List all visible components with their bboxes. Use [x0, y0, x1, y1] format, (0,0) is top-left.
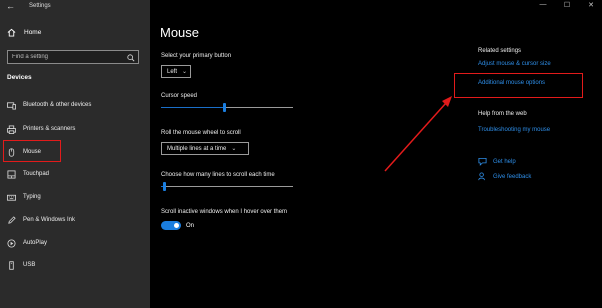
- sidebar-item-home[interactable]: Home: [7, 28, 41, 37]
- slider-fill: [161, 106, 224, 108]
- search-input[interactable]: [12, 52, 124, 62]
- sidebar-item-label: Printers & scanners: [23, 126, 76, 132]
- primary-button-label: Select your primary button: [161, 53, 232, 59]
- feedback-icon: [478, 172, 487, 181]
- troubleshooting-link[interactable]: Troubleshooting my mouse: [478, 127, 550, 133]
- inactive-scroll-label: Scroll inactive windows when I hover ove…: [161, 209, 288, 215]
- lines-to-scroll-label: Choose how many lines to scroll each tim…: [161, 172, 275, 178]
- sidebar-item-label: USB: [23, 262, 36, 268]
- inactive-scroll-toggle-row: On: [161, 221, 194, 230]
- slider-thumb[interactable]: [163, 182, 166, 191]
- chevron-down-icon: ⌄: [231, 146, 237, 152]
- sidebar-item-usb[interactable]: USB: [7, 259, 35, 271]
- primary-button-value: Left: [167, 68, 178, 75]
- related-settings-heading: Related settings: [478, 48, 522, 54]
- sidebar-item-touchpad[interactable]: Touchpad: [7, 168, 49, 180]
- scroll-wheel-dropdown[interactable]: Multiple lines at a time ⌄: [161, 142, 249, 155]
- window-controls: — ☐ ✕: [538, 1, 596, 9]
- sidebar-item-autoplay[interactable]: AutoPlay: [7, 237, 47, 249]
- sidebar-item-label: Bluetooth & other devices: [23, 102, 92, 108]
- search-icon[interactable]: [126, 53, 135, 62]
- usb-icon: [7, 260, 16, 270]
- primary-button-dropdown[interactable]: Left ⌄: [161, 65, 191, 78]
- get-help-link[interactable]: Get help: [493, 159, 516, 165]
- get-help-row[interactable]: Get help: [478, 157, 516, 166]
- give-feedback-row[interactable]: Give feedback: [478, 172, 531, 181]
- printer-icon: [7, 124, 16, 134]
- title-bar: ← Settings — ☐ ✕: [0, 0, 602, 14]
- sidebar-item-label: Pen & Windows Ink: [23, 217, 76, 223]
- search-box[interactable]: [7, 50, 139, 64]
- mouse-highlight-box: [3, 140, 61, 162]
- sidebar-item-label: Touchpad: [23, 171, 50, 177]
- home-icon: [7, 28, 16, 37]
- toggle-state: On: [186, 222, 195, 229]
- toggle-knob: [174, 223, 179, 228]
- back-arrow-icon[interactable]: ←: [6, 1, 15, 11]
- cursor-speed-label: Cursor speed: [161, 93, 198, 99]
- bluetooth-devices-icon: [7, 101, 16, 110]
- chevron-down-icon: ⌄: [182, 69, 188, 75]
- autoplay-icon: [7, 238, 16, 248]
- give-feedback-link[interactable]: Give feedback: [493, 174, 531, 180]
- cursor-speed-slider[interactable]: [161, 103, 293, 112]
- sidebar-item-label: Typing: [23, 194, 41, 200]
- page-title: Mouse: [160, 25, 200, 40]
- slider-track: [161, 185, 293, 187]
- scroll-wheel-label: Roll the mouse wheel to scroll: [161, 130, 241, 136]
- slider-thumb[interactable]: [223, 103, 226, 112]
- home-label: Home: [24, 29, 42, 36]
- maximize-button[interactable]: ☐: [562, 1, 572, 9]
- adjust-mouse-cursor-link[interactable]: Adjust mouse & cursor size: [478, 61, 551, 67]
- additional-options-highlight-box: [454, 73, 583, 98]
- keyboard-icon: [7, 193, 16, 202]
- pen-icon: [7, 215, 16, 225]
- app-title: Settings: [29, 3, 51, 9]
- section-devices-label: Devices: [7, 74, 32, 81]
- lines-to-scroll-slider[interactable]: [161, 182, 293, 191]
- sidebar-item-pen[interactable]: Pen & Windows Ink: [7, 214, 75, 226]
- scroll-wheel-value: Multiple lines at a time: [167, 145, 227, 152]
- sidebar-item-typing[interactable]: Typing: [7, 191, 41, 203]
- help-heading: Help from the web: [478, 111, 527, 117]
- sidebar-item-printers[interactable]: Printers & scanners: [7, 123, 75, 135]
- minimize-button[interactable]: —: [538, 1, 548, 9]
- inactive-scroll-toggle[interactable]: [161, 221, 181, 230]
- chat-help-icon: [478, 157, 487, 166]
- touchpad-icon: [7, 169, 16, 179]
- sidebar-item-label: AutoPlay: [23, 240, 48, 246]
- sidebar-item-bluetooth[interactable]: Bluetooth & other devices: [7, 99, 91, 111]
- close-button[interactable]: ✕: [586, 1, 596, 9]
